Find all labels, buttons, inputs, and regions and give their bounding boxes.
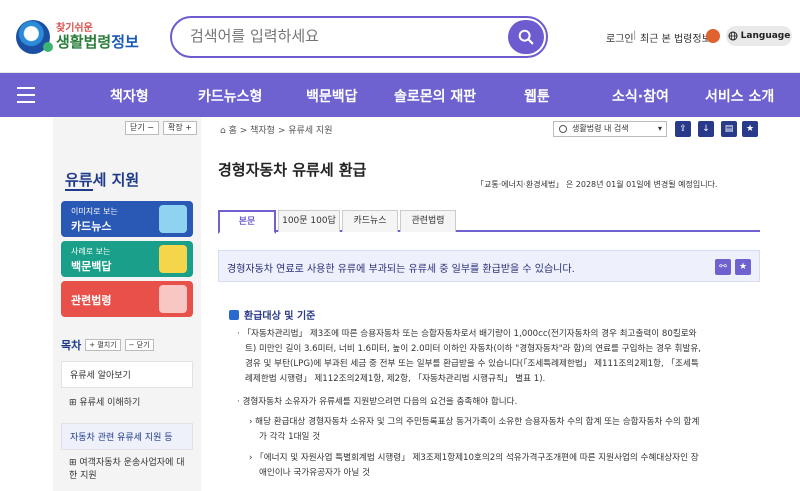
requirement-1: › 해당 환급대상 경형자동차 소유자 및 그의 주민등록표상 동거가족이 소유… [249,415,699,445]
sidebar: 닫기 − 확장 + 유류세 지원 이미지로 보는 카드뉴스 사례로 보는 백문백… [53,117,201,491]
card-title: 카드뉴스 [71,220,112,233]
search-box [170,16,548,58]
main-nav: 책자형 카드뉴스형 백문백답 솔로몬의 재판 웹툰 소식·참여 서비스 소개 [0,73,800,117]
util-separator: | [633,30,637,41]
search-icon [518,29,534,45]
card-title: 관련법령 [71,294,112,307]
cardnews-card[interactable]: 이미지로 보는 카드뉴스 [61,201,193,237]
sidebar-title: 유류세 지원 [65,171,140,189]
toc-label: 목차 [61,339,82,352]
para-line: 경유 및 부탄(LPG)에 부과된 세금 중 전부 또는 일부를 환급받을 수 … [245,359,699,369]
nav-item-cardnews[interactable]: 카드뉴스형 [198,86,262,106]
nav-item-solomon[interactable]: 솔로몬의 재판 [394,86,476,106]
search-input[interactable] [190,27,490,45]
para-line: 애인이나 국가유공자가 아닐 것 [259,468,370,478]
paragraph-requirements: · 경형자동차 소유자가 유류세를 지원받으려면 다음의 요건을 충족해야 합니… [237,395,517,410]
link-icon[interactable]: ⚯ [715,259,731,275]
monitor-icon [159,205,187,233]
nav-item-booklet[interactable]: 책자형 [110,86,149,106]
hamburger-menu-icon[interactable] [17,87,35,103]
title-underline [65,189,93,191]
toc-item[interactable]: ⊞ 여객자동차 운송사업자에 대한 지원 [61,451,193,489]
para-line: · 경형자동차 소유자가 유류세를 지원받으려면 다음의 요건을 충족해야 합니… [237,397,518,407]
para-line: › 「에너지 및 자원사업 특별회계법 시행령」 제3조제1항제10호의2의 석… [249,453,699,463]
sidebar-collapse-button[interactable]: 닫기 − [125,121,159,135]
logo-icon [16,20,53,54]
summary-box: 경형자동차 연료로 사용한 유류에 부과되는 유류세 중 일부를 환급받을 수 … [218,250,760,282]
para-line: · 「자동차관리법」 제3조에 따른 승용자동차 또는 승합자동차로서 배기량이… [237,329,697,339]
download-icon[interactable]: ↓ [698,121,714,137]
toc-item[interactable]: 유류세 알아보기 [61,361,193,388]
nav-item-qna[interactable]: 백문백답 [306,86,358,106]
language-label: Language [740,31,791,41]
globe-icon [728,31,738,41]
toc-expand-button[interactable]: + 펼치기 [85,339,121,351]
para-line: 례제한법 시행령」 제112조의2제1항, 제2항, 「자동차관리법 시행규칙」… [245,374,546,384]
login-link[interactable]: 로그인 [606,30,634,45]
page-title: 경형자동차 유류세 환급 [218,161,367,179]
card-subtitle: 사례로 보는 [71,247,111,256]
search-scope-select[interactable]: 생활법령 내 검색 [553,121,667,137]
recent-badge-icon[interactable] [706,29,720,43]
section-title: 환급대상 및 기준 [244,311,316,322]
table-of-contents: 목차 + 펼치기 − 닫기 [61,337,193,353]
site-header: 찾기쉬운 생활법령정보 로그인 | 최근 본 법령정보 Language [0,0,800,73]
requirement-2: › 「에너지 및 자원사업 특별회계법 시행령」 제3조제1항제10호의2의 석… [249,451,699,481]
bookmark-star-icon[interactable]: ★ [742,121,758,137]
section-bullet-icon [229,309,239,320]
tab-body[interactable]: 본문 [218,210,276,234]
card-title: 백문백답 [71,260,112,273]
law-change-notice: 「교통·에너지·환경세법」 은 2028년 01월 01일에 변경될 예정입니다… [476,180,718,189]
qna-card[interactable]: 사례로 보는 백문백답 [61,241,193,277]
tab-cardnews[interactable]: 카드뉴스 [342,210,398,232]
toc-item-active[interactable]: 자동차 관련 유류세 지원 등 [61,423,193,450]
logo-name: 생활법령 [56,33,112,51]
related-law-card[interactable]: 관련법령 [61,281,193,317]
para-line: 트) 미만인 길이 3.6미터, 너비 1.6미터, 높이 2.0미터 이하인 … [245,344,702,354]
toc-item[interactable]: ⊞ 유류세 이해하기 [61,389,193,414]
site-logo[interactable]: 찾기쉬운 생활법령정보 [16,20,139,54]
section-heading: 환급대상 및 기준 [229,307,315,322]
content-tabs: 본문 100문 100답 카드뉴스 관련법령 [218,210,760,234]
para-line: › 해당 환급대상 경형자동차 소유자 및 그의 주민등록표상 동거가족이 소유… [249,417,700,427]
sidebar-expand-button[interactable]: 확장 + [163,121,197,135]
tab-100qa[interactable]: 100문 100답 [278,210,340,232]
nav-item-webtoon[interactable]: 웹툰 [524,86,550,106]
nav-item-news[interactable]: 소식·참여 [612,86,669,106]
language-button[interactable]: Language [726,26,792,46]
paragraph-eligibility: · 「자동차관리법」 제3조에 따른 승용자동차 또는 승합자동차로서 배기량이… [237,327,701,387]
search-button[interactable] [508,20,544,54]
document-icon [159,285,187,313]
person-question-icon [159,245,187,273]
summary-text: 경형자동차 연료로 사용한 유류에 부과되는 유류세 중 일부를 환급받을 수 … [227,264,575,275]
tab-related-law[interactable]: 관련법령 [400,210,456,232]
nav-item-about[interactable]: 서비스 소개 [705,86,774,106]
share-icon[interactable]: ⇪ [675,121,691,137]
para-line: 가 각각 1대일 것 [259,432,321,442]
favorite-star-icon[interactable]: ★ [735,259,751,275]
logo-name-suffix: 정보 [111,33,139,51]
recent-laws-link[interactable]: 최근 본 법령정보 [640,30,711,45]
print-icon[interactable]: ▤ [721,121,737,137]
toc-collapse-button[interactable]: − 닫기 [124,339,154,351]
card-subtitle: 이미지로 보는 [71,207,118,216]
breadcrumb: ⌂ 홈 > 책자형 > 유류세 지원 [220,126,333,136]
